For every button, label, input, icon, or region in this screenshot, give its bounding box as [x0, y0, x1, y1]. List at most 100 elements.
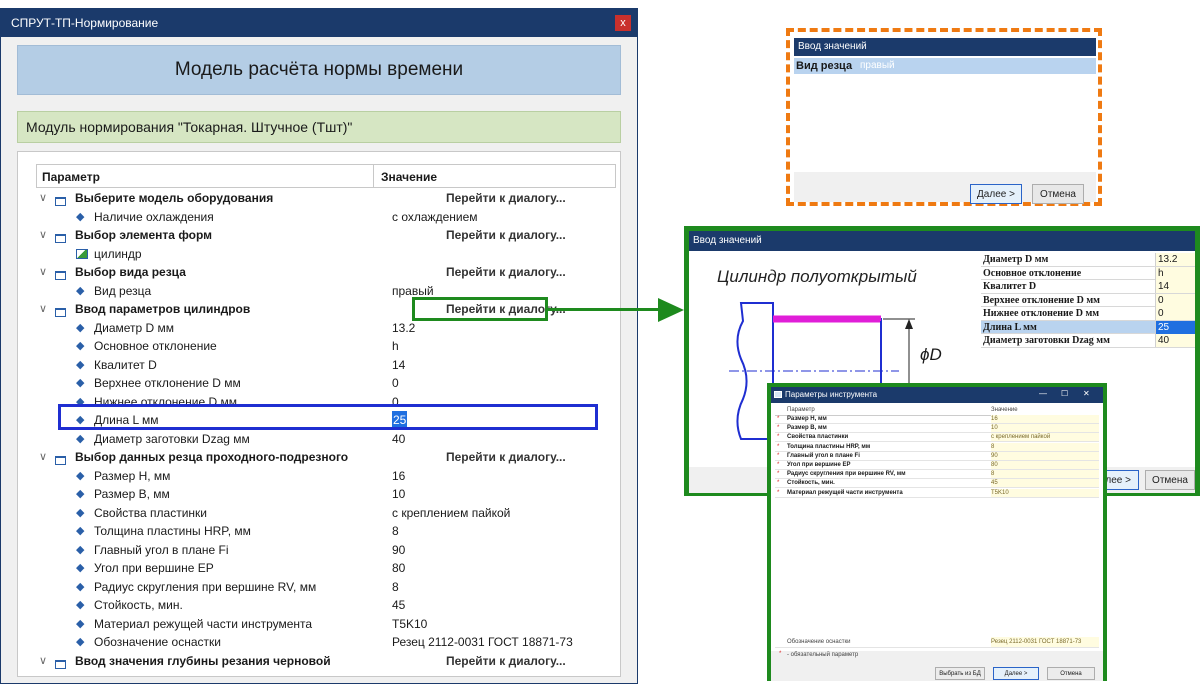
parameter-label: Стойкость, мин. — [94, 598, 183, 612]
parameter-value[interactable]: 0 — [392, 374, 399, 392]
cylinder-param-value[interactable]: 14 — [1155, 280, 1195, 293]
parameter-value[interactable]: с креплением пайкой — [392, 504, 510, 522]
tool-param-row[interactable]: * Радиус скругления при вершине RV, мм 8 — [775, 470, 1099, 480]
close-button[interactable]: x — [615, 15, 631, 31]
tool-param-row[interactable]: * Свойства пластинки с креплением пайкой — [775, 433, 1099, 443]
tree-item-row[interactable]: ◆ Диаметр D мм 13.2 — [36, 319, 636, 338]
chevron-down-icon[interactable]: ∨ — [39, 300, 47, 318]
chevron-down-icon[interactable]: ∨ — [39, 652, 47, 670]
tree-item-row[interactable]: ◆ Стойкость, мин. 45 — [36, 596, 636, 615]
cylinder-param-row[interactable]: Диаметр D мм 13.2 — [981, 253, 1195, 267]
parameter-value[interactable]: 14 — [392, 356, 405, 374]
tool-param-value[interactable]: 8 — [991, 442, 1099, 451]
tool-param-row[interactable]: * Размер B, мм 10 — [775, 424, 1099, 434]
cylinder-param-row[interactable]: Основное отклонение h — [981, 266, 1195, 280]
next-button[interactable]: Далее > — [993, 667, 1039, 680]
parameter-value[interactable]: Резец 2112-0031 ГОСТ 18871-73 — [392, 633, 573, 651]
cylinder-param-row[interactable]: Верхнее отклонение D мм 0 — [981, 293, 1195, 307]
parameter-value[interactable]: 90 — [392, 541, 405, 559]
tree-group-row[interactable]: ∨ Выберите модель оборудования Перейти к д… — [36, 189, 636, 208]
tree-item-row[interactable]: ◆ Диаметр заготовки Dzag мм 40 — [36, 430, 636, 449]
tree-group-row[interactable]: ∨ Ввод значения глубины резания черновой П… — [36, 652, 636, 671]
goto-dialog-button[interactable]: Перейти к диалогу... — [446, 652, 566, 670]
tool-param-row[interactable]: * Материал режущей части инструмента T5K10 — [775, 488, 1099, 498]
parameter-value[interactable]: 45 — [392, 596, 405, 614]
tool-param-row[interactable]: * Главный угол в плане Fi 90 — [775, 451, 1099, 461]
tool-param-row[interactable]: * Размер H, мм 16 — [775, 415, 1099, 424]
tree-item-row[interactable]: ◆ Обозначение оснастки Резец 2112-0031 ГОС… — [36, 633, 636, 652]
chevron-down-icon[interactable]: ∨ — [39, 263, 47, 281]
tree-item-row[interactable]: ◆ Размер H, мм 16 — [36, 467, 636, 486]
tree-item-row[interactable]: ◆ Квалитет D 14 — [36, 356, 636, 375]
cylinder-param-label: Диаметр D мм — [983, 254, 1049, 265]
tool-param-value[interactable]: 16 — [991, 415, 1099, 423]
chevron-down-icon[interactable]: ∨ — [39, 189, 47, 207]
tool-param-value[interactable]: 8 — [991, 470, 1099, 479]
parameter-value[interactable]: с охлаждением — [392, 208, 478, 226]
tool-param-value[interactable]: 10 — [991, 424, 1099, 433]
tool-param-value[interactable]: 80 — [991, 461, 1099, 469]
cylinder-param-row[interactable]: Нижнее отклонение D мм 0 — [981, 307, 1195, 321]
tree-item-row[interactable]: ◆ Материал режущей части инструмента T5K10 — [36, 615, 636, 634]
next-button[interactable]: Далее > — [970, 184, 1022, 204]
tree-group-row[interactable]: ∨ Выбор вида резца Перейти к диалогу... — [36, 263, 636, 282]
select-from-db-button[interactable]: Выбрать из БД — [935, 667, 985, 680]
tree-item-row[interactable]: ◆ Угол при вершине EP 80 — [36, 559, 636, 578]
close-button[interactable]: ✕ — [1083, 389, 1090, 398]
tree-item-row[interactable]: ◆ Свойства пластинки с креплением пайкой — [36, 504, 636, 523]
tree-item-row[interactable]: цилиндр — [36, 245, 636, 264]
chevron-down-icon[interactable]: ∨ — [39, 226, 47, 244]
tree-group-row[interactable]: ∨ Выбор данных резца проходного-подрезног… — [36, 448, 636, 467]
parameter-value[interactable]: 13.2 — [392, 319, 415, 337]
tool-designation-value[interactable]: Резец 2112-0031 ГОСТ 18871-73 — [991, 637, 1099, 647]
tree-item-row[interactable]: ◆ Радиус скругления при вершине RV, мм 8 — [36, 578, 636, 597]
parameter-value[interactable]: h — [392, 337, 399, 355]
goto-dialog-button[interactable]: Перейти к диалогу... — [446, 189, 566, 207]
chevron-down-icon[interactable]: ∨ — [39, 448, 47, 466]
tool-param-value[interactable]: T5K10 — [991, 488, 1099, 497]
cancel-button[interactable]: Отмена — [1145, 470, 1195, 490]
tool-param-value[interactable]: 90 — [991, 451, 1099, 460]
goto-dialog-button[interactable]: Перейти к диалогу... — [446, 448, 566, 466]
tree-item-row[interactable]: ◆ Размер B, мм 10 — [36, 485, 636, 504]
parameter-label: Главный угол в плане Fi — [94, 542, 229, 557]
tree-item-row[interactable]: ◆ Основное отклонение h — [36, 337, 636, 356]
parameter-value[interactable]: 8 — [392, 578, 399, 596]
tool-param-row[interactable]: * Угол при вершине EP 80 — [775, 461, 1099, 470]
cylinder-param-row[interactable]: Квалитет D 14 — [981, 280, 1195, 294]
cylinder-param-row[interactable]: Диаметр заготовки Dzag мм 40 — [981, 334, 1195, 348]
cylinder-param-value[interactable]: 0 — [1155, 293, 1195, 307]
dialog-title: Параметры инструмента — [771, 387, 1103, 403]
parameter-value[interactable]: 8 — [392, 522, 399, 540]
parameter-value[interactable]: T5K10 — [392, 615, 427, 633]
goto-dialog-button[interactable]: Перейти к диалогу... — [446, 263, 566, 281]
tool-designation-row[interactable]: Обозначение оснастки Резец 2112-0031 ГОС… — [775, 637, 1099, 648]
cylinder-param-value[interactable]: 40 — [1155, 334, 1195, 347]
parameter-value[interactable]: 16 — [392, 467, 405, 485]
cutter-type-value[interactable]: правый — [860, 58, 895, 74]
tool-param-row[interactable]: * Стойкость, мин. 45 — [775, 479, 1099, 489]
cylinder-param-value[interactable]: h — [1155, 266, 1195, 280]
cancel-button[interactable]: Отмена — [1032, 184, 1084, 204]
tree-group-row[interactable]: ∨ Выбор элемента форм Перейти к диалогу... — [36, 226, 636, 245]
cylinder-param-row[interactable]: Длина L мм 25 — [981, 320, 1195, 334]
cancel-button[interactable]: Отмена — [1047, 667, 1095, 680]
tree-item-row[interactable]: ◆ Верхнее отклонение D мм 0 — [36, 374, 636, 393]
tool-param-value[interactable]: 45 — [991, 479, 1099, 488]
tree-item-row[interactable]: ◆ Главный угол в плане Fi 90 — [36, 541, 636, 560]
cylinder-param-value[interactable]: 0 — [1155, 307, 1195, 320]
tool-param-value[interactable]: с креплением пайкой — [991, 433, 1099, 442]
maximize-button[interactable]: ☐ — [1061, 389, 1068, 398]
parameter-value[interactable]: 40 — [392, 430, 405, 448]
tree-item-row[interactable]: ◆ Толщина пластины HRP, мм 8 — [36, 522, 636, 541]
tree-item-row[interactable]: ◆ Наличие охлаждения с охлаждением — [36, 208, 636, 227]
cylinder-param-value[interactable]: 13.2 — [1155, 253, 1195, 266]
tool-param-row[interactable]: * Толщина пластины HRP, мм 8 — [775, 442, 1099, 452]
parameter-value[interactable]: 80 — [392, 559, 405, 577]
minimize-button[interactable]: — — [1039, 389, 1047, 398]
cylinder-param-value[interactable]: 25 — [1155, 320, 1195, 334]
parameter-value[interactable]: 10 — [392, 485, 405, 503]
tool-param-label: Радиус скругления при вершине RV, мм — [787, 471, 906, 478]
goto-dialog-button[interactable]: Перейти к диалогу... — [446, 226, 566, 244]
cutter-type-row[interactable]: Вид резца правый — [794, 58, 1096, 74]
